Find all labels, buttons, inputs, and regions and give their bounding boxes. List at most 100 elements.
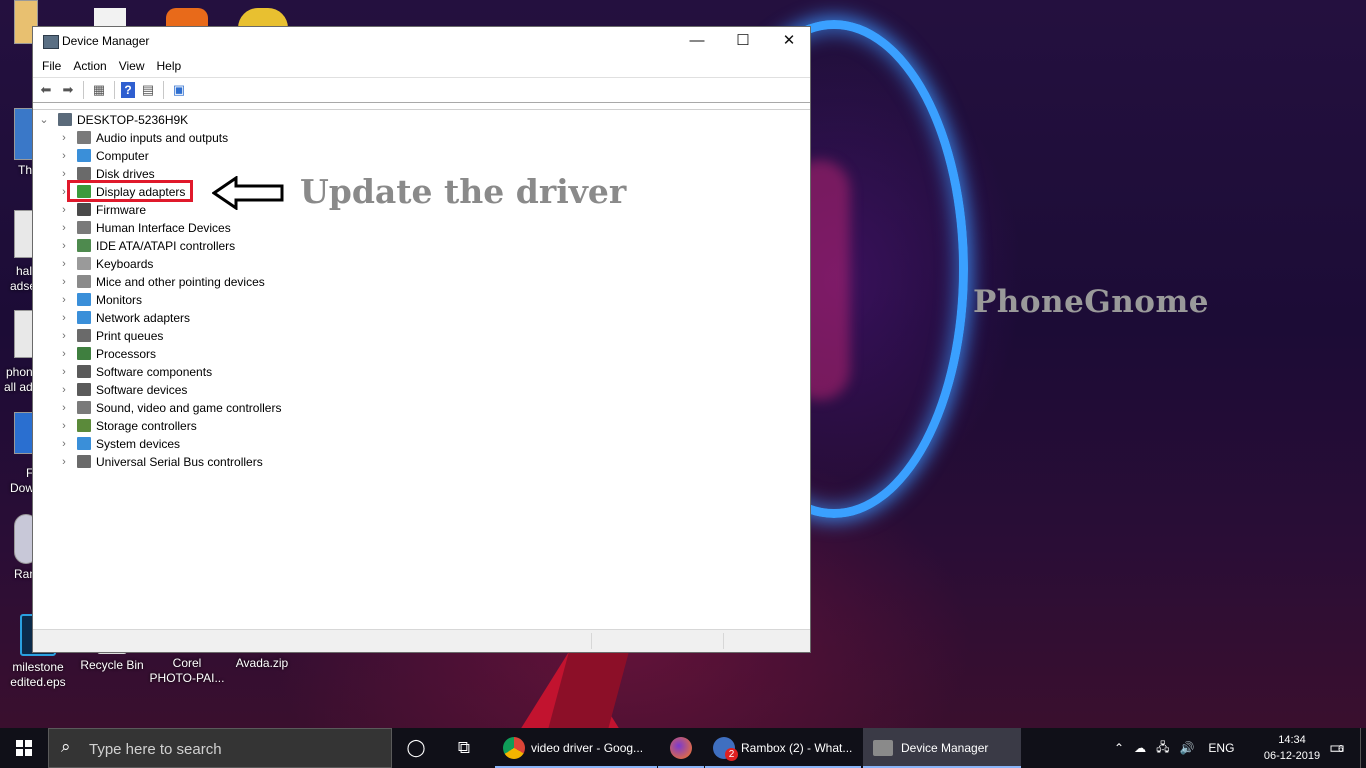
tree-item-label: Keyboards	[96, 257, 154, 271]
close-button[interactable]: ✕	[766, 27, 812, 55]
properties-icon[interactable]: ▤	[139, 81, 157, 99]
chevron-right-icon[interactable]: ›	[59, 255, 69, 273]
tree-item[interactable]: › Software devices	[33, 381, 353, 399]
tree-root[interactable]: ⌄ DESKTOP-5236H9K	[33, 111, 233, 129]
help-icon[interactable]: ?	[121, 82, 135, 98]
tree-item-label: Monitors	[96, 293, 143, 307]
network-adapter-icon	[77, 311, 91, 324]
chevron-right-icon[interactable]: ›	[59, 237, 69, 255]
tree-item[interactable]: › Sound, video and game controllers	[33, 399, 353, 417]
minimize-button[interactable]: —	[674, 27, 720, 55]
tree-item-label: Print queues	[96, 329, 164, 343]
usb-icon	[77, 455, 91, 468]
tree-item[interactable]: › Monitors	[33, 291, 353, 309]
tree-item[interactable]: › Network adapters	[33, 309, 353, 327]
chevron-up-icon[interactable]: ⌃	[1114, 741, 1124, 755]
desktop-icon-label: all ad	[4, 380, 33, 394]
chevron-right-icon[interactable]: ›	[59, 309, 69, 327]
taskbar-item-chrome[interactable]: video driver - Goog...	[495, 728, 657, 768]
onedrive-icon[interactable]: ☁	[1134, 741, 1146, 755]
scan-hardware-icon[interactable]: ▣	[170, 81, 188, 99]
taskbar-search[interactable]: ⌕ Type here to search	[48, 728, 392, 768]
chevron-right-icon[interactable]: ›	[59, 327, 69, 345]
desktop-icon-label: Corel	[172, 656, 202, 670]
sound-controller-icon	[77, 401, 91, 414]
forward-arrow-icon[interactable]: ➡	[59, 81, 77, 99]
chevron-right-icon[interactable]: ›	[59, 345, 69, 363]
tree-item[interactable]: › Mice and other pointing devices	[33, 273, 353, 291]
printer-icon	[77, 329, 91, 342]
tree-item-label: IDE ATA/ATAPI controllers	[96, 239, 236, 253]
device-manager-window: Device Manager — ☐ ✕ File Action View He…	[32, 26, 811, 653]
window-title: Device Manager	[62, 34, 150, 48]
network-icon[interactable]: 🖧	[1156, 738, 1169, 759]
tree-item[interactable]: › Audio inputs and outputs	[33, 129, 353, 147]
chevron-right-icon[interactable]: ›	[59, 435, 69, 453]
toolbar-separator	[114, 81, 115, 99]
storage-controller-icon	[77, 419, 91, 432]
taskbar-item-firefox[interactable]	[658, 728, 704, 768]
tree-item[interactable]: › Universal Serial Bus controllers	[33, 453, 353, 471]
tree-item[interactable]: › Human Interface Devices	[33, 219, 353, 237]
chevron-right-icon[interactable]: ›	[59, 417, 69, 435]
mouse-icon	[77, 275, 91, 288]
taskbar-item-rambox[interactable]: 2 Rambox (2) - What...	[705, 728, 861, 768]
chevron-right-icon[interactable]: ›	[59, 201, 69, 219]
firmware-icon	[77, 203, 91, 216]
menu-view[interactable]: View	[113, 59, 151, 73]
app-icon[interactable]	[238, 8, 288, 28]
tree-item[interactable]: › System devices	[33, 435, 353, 453]
tree-item[interactable]: › Processors	[33, 345, 353, 363]
chevron-right-icon[interactable]: ›	[59, 273, 69, 291]
desktop-icon-label: hal	[16, 264, 33, 278]
hid-icon	[77, 221, 91, 234]
monitor-icon	[77, 293, 91, 306]
clock[interactable]: 14:34 06-12-2019	[1258, 732, 1326, 764]
task-view-icon[interactable]: ⧉	[446, 728, 482, 768]
chevron-right-icon[interactable]: ›	[59, 219, 69, 237]
tree-item-label: Universal Serial Bus controllers	[96, 455, 263, 469]
language-indicator[interactable]: ENG	[1208, 741, 1234, 755]
tree-root-label: DESKTOP-5236H9K	[77, 113, 189, 127]
taskbar-item-device-manager[interactable]: Device Manager	[863, 728, 1021, 768]
chevron-right-icon[interactable]: ›	[59, 399, 69, 417]
chevron-down-icon[interactable]: ⌄	[39, 111, 49, 129]
menu-action[interactable]: Action	[67, 59, 112, 73]
cortana-icon[interactable]: ◯	[398, 728, 434, 768]
document-icon[interactable]	[94, 8, 126, 28]
tree-item[interactable]: › Software components	[33, 363, 353, 381]
desktop-icon-label: milestone	[12, 660, 64, 674]
chevron-right-icon[interactable]: ›	[59, 453, 69, 471]
disk-drive-icon	[77, 167, 91, 180]
volume-icon[interactable]: 🔊	[1179, 741, 1194, 755]
desktop-icon-label: Dow	[10, 481, 35, 495]
speaker-icon	[77, 131, 91, 144]
tree-item[interactable]: › IDE ATA/ATAPI controllers	[33, 237, 353, 255]
chevron-right-icon[interactable]: ›	[59, 147, 69, 165]
computer-icon	[58, 113, 72, 126]
menu-help[interactable]: Help	[151, 59, 188, 73]
action-center-icon[interactable]: ▭ 6	[1322, 728, 1352, 768]
chevron-right-icon[interactable]: ›	[59, 129, 69, 147]
maximize-button[interactable]: ☐	[720, 27, 766, 55]
tree-item[interactable]: › Keyboards	[33, 255, 353, 273]
desktop-icon-label: Avada.zip	[235, 656, 289, 670]
tree-item[interactable]: › Storage controllers	[33, 417, 353, 435]
toolbar: ⬅ ➡ ▦ ? ▤ ▣	[33, 77, 810, 103]
tree-item-label: Firmware	[96, 203, 146, 217]
back-arrow-icon[interactable]: ⬅	[37, 81, 55, 99]
chevron-right-icon[interactable]: ›	[59, 381, 69, 399]
taskbar-item-label: Rambox (2) - What...	[741, 741, 853, 755]
title-bar[interactable]: Device Manager — ☐ ✕	[33, 27, 810, 55]
app-icon[interactable]	[166, 8, 208, 28]
show-desktop-button[interactable]	[1360, 728, 1366, 768]
menu-file[interactable]: File	[36, 59, 67, 73]
start-button[interactable]	[0, 728, 48, 768]
search-placeholder: Type here to search	[89, 741, 222, 758]
firefox-icon	[670, 737, 692, 759]
tree-item[interactable]: › Print queues	[33, 327, 353, 345]
tree-item[interactable]: › Computer	[33, 147, 353, 165]
show-hide-console-icon[interactable]: ▦	[90, 81, 108, 99]
chevron-right-icon[interactable]: ›	[59, 291, 69, 309]
chevron-right-icon[interactable]: ›	[59, 363, 69, 381]
